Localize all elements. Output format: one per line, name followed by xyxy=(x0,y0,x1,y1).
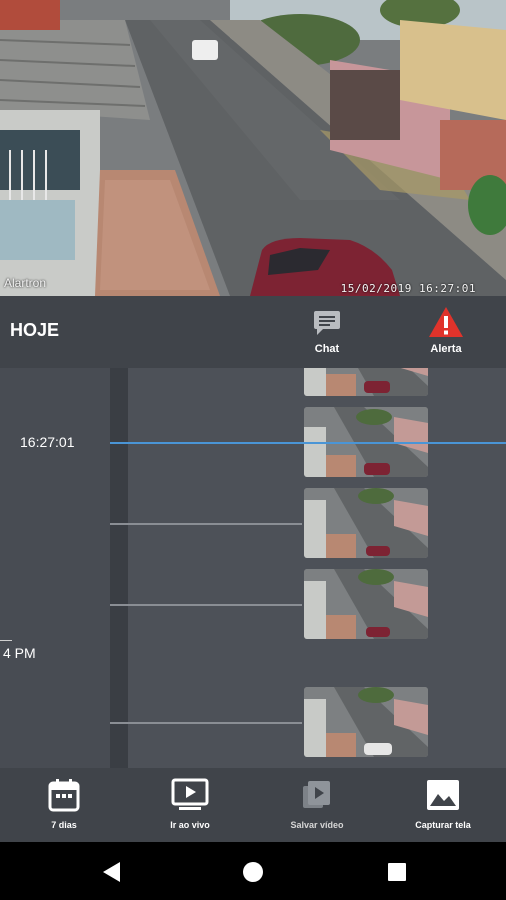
calendar-icon xyxy=(48,779,80,812)
warning-triangle-icon xyxy=(429,307,463,337)
system-navigation-bar xyxy=(0,842,506,900)
current-time-label: 16:27:01 xyxy=(20,434,75,450)
go-live-button[interactable]: Ir ao vivo xyxy=(142,778,238,830)
image-capture-icon xyxy=(427,780,459,810)
seven-days-button[interactable]: 7 dias xyxy=(16,778,112,830)
camera-feed[interactable]: Alartron 15/02/2019 16:27:01 xyxy=(0,0,506,296)
seven-days-label: 7 dias xyxy=(51,820,77,830)
recents-square-icon[interactable] xyxy=(385,860,409,884)
chat-icon xyxy=(314,311,340,335)
alert-button[interactable]: Alerta xyxy=(414,306,478,355)
go-live-label: Ir ao vivo xyxy=(170,820,210,830)
clip-thumbnail[interactable] xyxy=(304,368,428,396)
timeline-header: HOJE Chat Alerta xyxy=(0,296,506,368)
hour-marker-label: 4 PM xyxy=(3,645,36,661)
clip-thumbnail[interactable] xyxy=(304,488,428,558)
save-video-icon xyxy=(303,781,330,808)
recordings-timeline[interactable]: 16:27:01 4 PM xyxy=(0,368,506,768)
camera-scene-image xyxy=(0,0,506,296)
save-video-label: Salvar vídeo xyxy=(290,820,344,830)
save-video-button[interactable]: Salvar vídeo xyxy=(269,778,365,830)
camera-name-label: Alartron xyxy=(4,276,47,290)
chat-button[interactable]: Chat xyxy=(295,306,359,355)
current-time-indicator xyxy=(110,442,506,444)
clip-divider xyxy=(110,722,302,724)
capture-screen-button[interactable]: Capturar tela xyxy=(395,778,491,830)
home-circle-icon[interactable] xyxy=(241,860,265,884)
chat-label: Chat xyxy=(314,343,340,355)
capture-screen-label: Capturar tela xyxy=(415,820,471,830)
hour-tick xyxy=(0,640,12,641)
clip-thumbnail[interactable] xyxy=(304,569,428,639)
today-title: HOJE xyxy=(10,320,60,340)
time-rail xyxy=(0,368,110,768)
action-bar: 7 dias Ir ao vivo Salvar vídeo Capturar … xyxy=(0,768,506,842)
camera-timestamp: 15/02/2019 16:27:01 xyxy=(340,282,476,295)
back-triangle-icon[interactable] xyxy=(100,860,124,884)
live-play-icon xyxy=(171,778,209,810)
timeline-track[interactable] xyxy=(110,368,128,768)
clip-divider xyxy=(110,604,302,606)
alert-label: Alerta xyxy=(430,343,462,355)
clip-thumbnail[interactable] xyxy=(304,687,428,757)
clip-divider xyxy=(110,523,302,525)
